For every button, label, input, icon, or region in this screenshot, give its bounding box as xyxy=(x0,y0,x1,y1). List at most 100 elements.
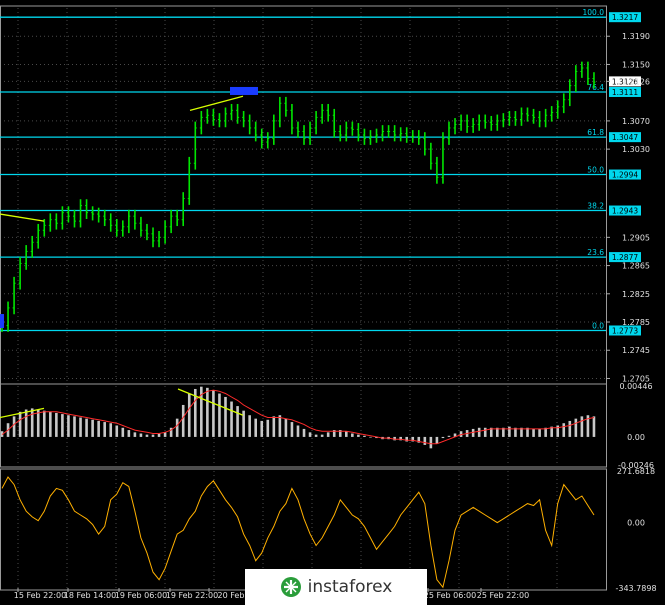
macd-histogram-bar xyxy=(85,418,88,437)
marker-left xyxy=(0,314,4,329)
macd-histogram-bar xyxy=(181,404,185,437)
macd-histogram-bar xyxy=(218,393,221,437)
macd-histogram-bar xyxy=(30,408,34,437)
macd-histogram-bar xyxy=(42,410,46,437)
fibo-level-label: 50.0 xyxy=(587,166,604,175)
macd-histogram-bar xyxy=(18,411,22,437)
y-axis-tick-label: 1.2905 xyxy=(622,233,650,242)
macd-histogram-bar xyxy=(212,390,215,437)
chart-background xyxy=(0,0,665,605)
macd-histogram-bar xyxy=(483,427,487,437)
macd-histogram-bar xyxy=(206,387,209,437)
macd-histogram-bar xyxy=(151,434,155,437)
watermark-text: instaforex xyxy=(307,577,393,597)
macd-histogram-bar xyxy=(61,414,64,437)
macd-histogram-bar xyxy=(447,435,451,437)
macd-histogram-bar xyxy=(139,433,143,437)
macd-histogram-bar xyxy=(538,428,541,437)
fibo-price-label: 1.2943 xyxy=(612,207,638,216)
macd-histogram-bar xyxy=(115,425,119,437)
macd-histogram-bar xyxy=(532,428,535,437)
macd-histogram-bar xyxy=(127,430,131,437)
macd-histogram-bar xyxy=(326,432,330,437)
macd-histogram-bar xyxy=(163,432,167,437)
macd-histogram-bar xyxy=(103,422,106,437)
macd-histogram-bar xyxy=(592,416,596,437)
macd-histogram-bar xyxy=(562,423,566,437)
macd-histogram-bar xyxy=(248,415,251,437)
x-axis-label: 19 Feb 22:00 xyxy=(166,591,218,600)
y-axis-tick-label: 1.3070 xyxy=(622,117,650,126)
fibo-level-label: 100.0 xyxy=(583,8,605,17)
fibo-level-label: 76.4 xyxy=(587,83,604,92)
macd-histogram-bar xyxy=(357,434,360,437)
macd-histogram-bar xyxy=(574,418,578,437)
fibo-price-label: 1.3217 xyxy=(612,13,638,22)
x-axis-label: 15 Feb 22:00 xyxy=(14,591,66,600)
fibo-price-label: 1.3047 xyxy=(612,133,638,142)
macd-histogram-bar xyxy=(369,436,372,438)
macd-histogram-bar xyxy=(580,416,584,437)
cci-axis-label: 0.00 xyxy=(627,519,645,528)
macd-histogram-bar xyxy=(91,419,94,437)
macd-histogram-bar xyxy=(314,434,318,437)
macd-histogram-bar xyxy=(121,427,125,437)
y-axis-tick-label: 1.2745 xyxy=(622,346,650,355)
macd-histogram-bar xyxy=(435,436,439,444)
y-axis-tick-label: 1.3030 xyxy=(622,145,650,154)
macd-histogram-bar xyxy=(423,436,427,445)
fibo-level-label: 38.2 xyxy=(587,202,604,211)
macd-histogram-bar xyxy=(508,426,511,437)
fibo-level-label: 61.8 xyxy=(587,128,604,137)
macd-histogram-bar xyxy=(24,409,28,437)
macd-histogram-bar xyxy=(320,434,324,437)
cci-axis-label: 271.6818 xyxy=(617,467,655,476)
y-axis-tick-label: 1.3150 xyxy=(622,60,650,69)
macd-histogram-bar xyxy=(55,412,58,437)
y-axis-tick-label: 1.3190 xyxy=(622,32,650,41)
fibo-level-label: 0.0 xyxy=(592,321,604,330)
fibo-price-label: 1.2773 xyxy=(612,326,638,335)
fibo-price-label: 1.2994 xyxy=(612,171,638,180)
macd-histogram-bar xyxy=(236,406,239,437)
macd-histogram-bar xyxy=(175,418,179,437)
macd-histogram-bar xyxy=(290,422,294,437)
y-axis-tick-label: 1.2825 xyxy=(622,290,650,299)
cci-axis-label: -343.7898 xyxy=(615,584,656,593)
x-axis-label: 19 Feb 06:00 xyxy=(115,591,167,600)
macd-histogram-bar xyxy=(351,433,354,437)
macd-histogram-bar xyxy=(302,428,306,437)
macd-histogram-bar xyxy=(477,427,481,437)
y-axis-tick-label: 1.3126 xyxy=(622,77,650,86)
y-axis-tick-label: 1.2865 xyxy=(622,262,650,271)
macd-histogram-bar xyxy=(296,425,300,437)
macd-histogram-bar xyxy=(266,419,270,437)
macd-axis-label: 0.00446 xyxy=(619,382,652,391)
macd-histogram-bar xyxy=(187,393,191,437)
trading-chart[interactable]: 100.0 1.3217 76.4 1.3111 61.8 1.3047 50.0 1.299… xyxy=(0,0,665,605)
fibo-level-label: 23.6 xyxy=(587,248,604,257)
marker-top xyxy=(230,86,258,95)
macd-histogram-bar xyxy=(284,418,288,437)
macd-histogram-bar xyxy=(133,432,137,437)
fibo-price-label: 1.3111 xyxy=(612,88,638,97)
x-axis-label: 25 Feb 22:00 xyxy=(477,591,529,600)
x-axis-label: 20 Feb xyxy=(218,591,245,600)
macd-histogram-bar xyxy=(254,418,257,437)
macd-histogram-bar xyxy=(272,416,276,437)
macd-histogram-bar xyxy=(157,433,161,437)
macd-histogram-bar xyxy=(109,423,113,437)
macd-axis-label: 0.00 xyxy=(627,433,645,442)
macd-histogram-bar xyxy=(429,436,433,449)
x-axis-label: 18 Feb 14:00 xyxy=(64,591,116,600)
macd-histogram-bar xyxy=(230,401,233,437)
macd-histogram-bar xyxy=(278,415,282,437)
watermark: instaforex xyxy=(245,569,427,605)
macd-histogram-bar xyxy=(224,396,227,437)
macd-histogram-bar xyxy=(363,435,366,437)
macd-histogram-bar xyxy=(73,416,76,437)
instaforex-logo-icon xyxy=(280,577,301,597)
macd-histogram-bar xyxy=(79,417,82,437)
macd-histogram-bar xyxy=(308,432,312,437)
macd-histogram-bar xyxy=(12,416,16,437)
